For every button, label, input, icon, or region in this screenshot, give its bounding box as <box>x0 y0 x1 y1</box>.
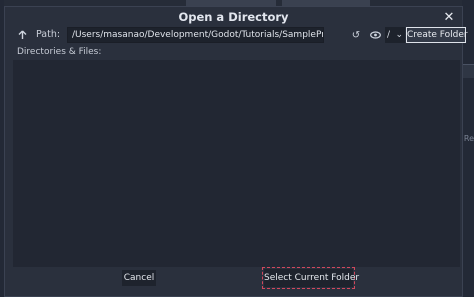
path-toolbar: Path: /Users/masanao/Development/Godot/T… <box>13 27 468 45</box>
background-side-text: Re <box>463 134 474 143</box>
create-folder-button[interactable]: Create Folder <box>406 27 468 43</box>
path-input[interactable]: /Users/masanao/Development/Godot/Tutoria… <box>67 27 324 43</box>
directories-files-label: Directories & Files: <box>17 47 102 57</box>
refresh-icon: ↺ <box>351 29 361 41</box>
select-current-folder-label: Select Current Folder <box>264 269 359 287</box>
drive-select-value: / <box>387 30 391 40</box>
close-button[interactable]: ✕ <box>442 9 456 25</box>
background-tab <box>462 64 474 78</box>
background-editor-right <box>462 0 474 297</box>
drive-select[interactable]: / ⌄ <box>385 27 405 43</box>
refresh-button[interactable]: ↺ <box>350 28 362 42</box>
path-label: Path: <box>36 29 61 40</box>
select-current-folder-button[interactable]: Select Current Folder <box>262 267 359 289</box>
chevron-down-icon: ⌄ <box>395 30 403 40</box>
go-up-button[interactable] <box>15 28 29 42</box>
dialog-title: Open a Directory <box>178 10 289 24</box>
close-icon: ✕ <box>443 9 455 25</box>
open-directory-dialog: Open a Directory ✕ Path: /Users/masanao/… <box>4 6 468 297</box>
cancel-button[interactable]: Cancel <box>122 270 156 286</box>
arrow-up-icon <box>18 30 26 39</box>
directories-files-list[interactable] <box>13 60 460 267</box>
toggle-hidden-files-button[interactable] <box>369 28 381 42</box>
eye-icon <box>369 31 381 39</box>
